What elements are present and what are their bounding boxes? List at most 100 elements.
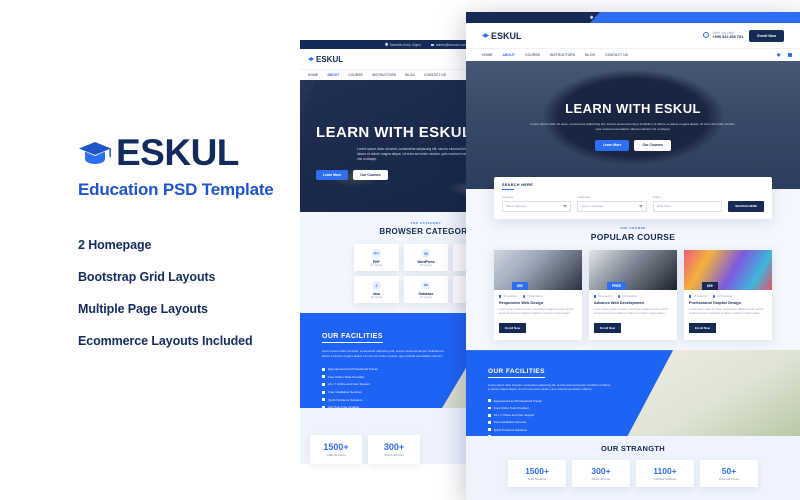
search-field-language: Language Select Language [577,195,647,212]
graduation-cap-icon [78,140,112,166]
popular-course-section: TOP COURSE POPULAR COURSE $55 15 Lessons… [466,223,800,351]
topbar-email[interactable]: admin@domain.com [430,43,467,47]
user-icon [754,16,757,19]
map-pin-icon [384,42,389,47]
recent-events-section: OUR EVENTS RECENT EVENTS [466,496,800,500]
check-icon [488,420,491,424]
brand-panel: ESKUL Education PSD Template 2 Homepage … [0,0,300,500]
check-icon [322,405,325,408]
course-lessons: 15 Lessons [499,295,517,298]
facilities-section-front: OUR FACILITIES Lorem ipsum dolor sit ame… [466,350,800,437]
field-label: Language [577,195,590,199]
search-section: SEARCH HERE Category Select Category Lan… [466,177,800,223]
nav-item-about[interactable]: ABOUT [503,53,515,57]
book-icon [499,295,502,298]
topbar-register-link[interactable]: Register [774,16,792,20]
check-icon [322,390,325,394]
category-tile-database[interactable]: DB Database 22 Course [403,276,449,303]
stat-box-certified-students: 1100+ Certified Students [636,460,694,488]
mockup-logo[interactable]: ESKUL [482,31,522,41]
course-enroll-button[interactable]: Enroll Now [499,323,527,334]
category-select[interactable]: Select Category [502,200,572,212]
nav-item-home[interactable]: HOME [482,53,493,57]
nav-item-home[interactable]: HOME [308,73,318,77]
category-count: 48 Course [420,263,432,267]
mockup-topbar: Swedish Area, Kigrsi admin@domain.com Lo… [466,12,800,23]
check-icon [488,435,491,437]
course-lessons: 22 Lessons [594,295,612,298]
course-price-badge: $55 [512,282,528,290]
facilities-title: OUR FACILITIES [488,368,545,379]
course-title: Professional Graphic Design [689,301,741,305]
check-icon [322,398,325,402]
hero-our-courses-button[interactable]: Our Courses [353,170,388,181]
course-price-badge: $99 [702,282,718,290]
stat-box-awarded-prizes: 50+ Awarded Prizes [700,460,758,488]
course-students: 310 Students [617,295,637,298]
topbar-email[interactable]: admin@domain.com [637,16,676,20]
nav-item-course[interactable]: COURSE [525,53,540,57]
stat-number: 1500+ [525,466,549,477]
course-enroll-button[interactable]: Enroll Now [594,323,622,334]
book-icon [594,295,597,298]
field-label: Tutors [652,195,661,199]
course-card-body: 22 Lessons 310 Students Advance Web Deve… [589,290,677,340]
stat-label: Total Instructor [591,477,611,482]
course-description: Lorem ipsum dolor sit amet, consectetur … [594,308,669,316]
nav-item-contact-us[interactable]: CONTACT US [424,73,446,77]
stat-box-total-instructor: 300+ Total Instructor [572,460,630,488]
nav-item-instructors[interactable]: INSTRUCTORS [372,73,396,77]
check-icon [488,406,491,410]
course-title: Responsive Web Design [499,301,544,305]
hero-buttons: Learn More Our Courses [506,139,760,151]
hero-learn-more-button[interactable]: Learn More [595,139,630,151]
nav-item-course[interactable]: COURSE [348,73,363,77]
nav-item-blog[interactable]: BLOG [585,53,595,57]
search-icon[interactable] [776,53,781,57]
mockup-hero-front: LEARN WITH ESKUL Lorem ipsum dolor sit a… [466,61,800,189]
category-tile-wordpress[interactable]: W WordPress 48 Course [403,244,449,271]
hero-our-courses-button[interactable]: Our Courses [634,139,671,151]
strength-stats-row: 1500+ Total Students 300+ Total Instruct… [466,453,800,488]
tutors-input[interactable]: Write Tutor [652,200,723,212]
nav-utility-icons [776,53,792,57]
topbar-login-link[interactable]: Login [754,16,767,20]
feature-item: Bootstrap Grid Layouts [78,270,216,284]
course-thumbnail: $99 [684,250,772,290]
field-label: Category [502,195,514,199]
mockup-logo[interactable]: ESKUL [308,55,343,64]
course-students: 150 Students [522,295,542,298]
stat-box-total-students: 1500+ Total Students [310,435,362,464]
users-icon [712,295,716,298]
enroll-now-button[interactable]: Enroll Now [749,29,784,42]
course-card[interactable]: $55 15 Lessons 150 Students Responsive W… [494,250,582,341]
hero-subtitle: Lorem ipsum dolor sit amet, consectetur … [530,122,736,131]
course-card[interactable]: $99 18 Lessons 205 Students Professional… [684,250,772,341]
facility-item: Quick Problems Solutions [488,428,800,432]
search-here-button[interactable]: SEARCH HERE [728,200,765,212]
check-icon [322,375,325,379]
hero-learn-more-button[interactable]: Learn More [316,170,349,181]
nav-item-blog[interactable]: BLOG [405,73,415,77]
graduation-cap-icon [482,33,489,38]
envelope-icon [637,16,641,19]
language-select[interactable]: Select Language [577,200,647,212]
facilities-description: Lorem ipsum dolor sit amet, consectetur … [322,349,445,358]
nav-item-contact-us[interactable]: CONTACT US [605,53,628,57]
cart-icon[interactable] [787,53,792,57]
course-card[interactable]: FREE 22 Lessons 310 Students Advance Web… [589,250,677,341]
feature-list: 2 Homepage Bootstrap Grid Layouts Multip… [78,238,300,366]
header-phone-block: Need Any Help? +099 522 806 781 [703,31,743,40]
facility-item: 24 x 7 Online and User Support [488,413,800,417]
course-description: Lorem ipsum dolor sit amet, consectetur … [499,308,574,316]
nav-item-about[interactable]: ABOUT [327,73,339,77]
course-enroll-button[interactable]: Enroll Now [689,323,717,334]
facility-item: Experienced and Professional Trainer [488,399,800,403]
template-preview-front: Swedish Area, Kigrsi admin@domain.com Lo… [466,12,800,500]
category-count: 18 Course [370,295,383,299]
brand-name: ESKUL [116,132,239,173]
nav-item-instructors[interactable]: INSTRUCTORS [550,53,575,57]
category-tile-java[interactable]: J Java 18 Course [354,276,399,303]
category-tile-php[interactable]: php PHP 20 Course [354,244,399,271]
check-icon [322,367,325,371]
